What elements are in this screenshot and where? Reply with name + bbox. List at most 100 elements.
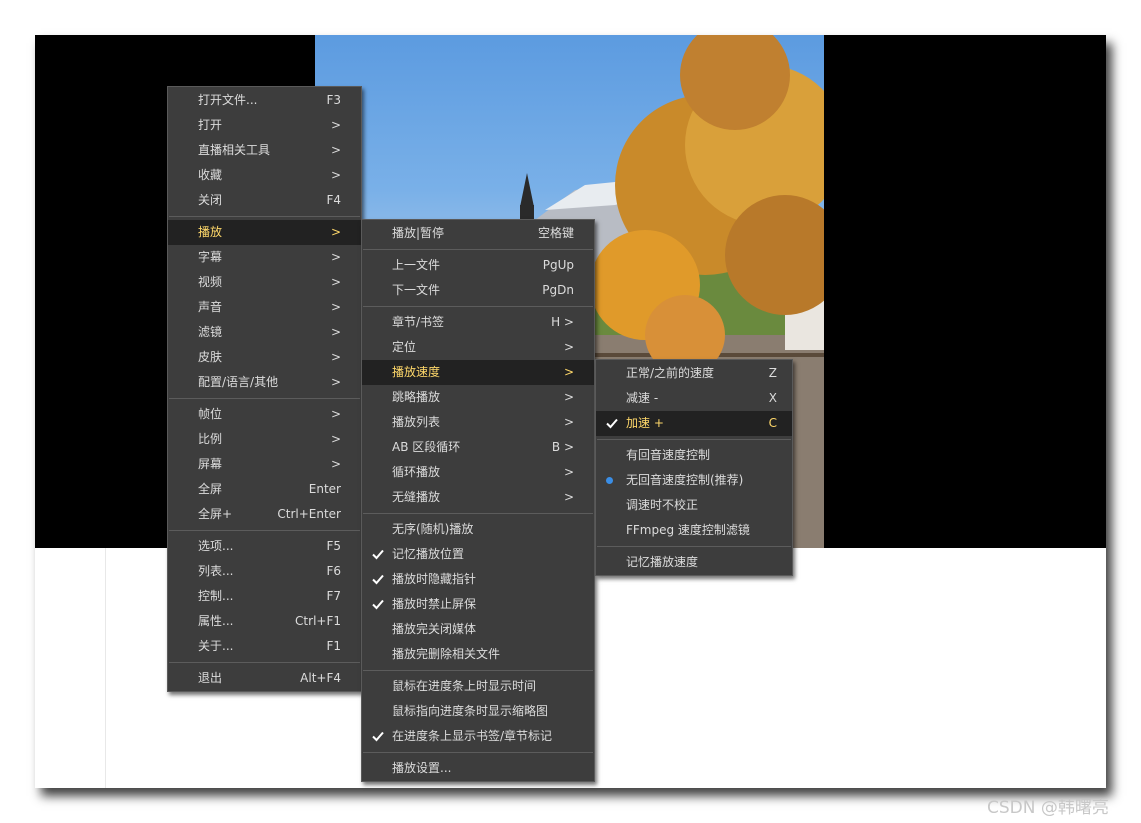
menu-separator: [169, 530, 360, 531]
menu-item-open[interactable]: 打开 >: [168, 113, 361, 138]
menu-item-shortcut: X: [768, 391, 777, 405]
menu-separator: [363, 249, 593, 250]
menu-item-hide-pointer[interactable]: 播放时隐藏指针: [362, 567, 594, 592]
menu-item-label: 下一文件: [392, 283, 441, 297]
submenu-arrow: >: [330, 250, 341, 264]
menu-separator: [169, 662, 360, 663]
menu-item-label: 跳略播放: [392, 390, 441, 404]
menu-item-ffmpeg-speed-filter[interactable]: FFmpeg 速度控制滤镜: [596, 518, 792, 543]
menu-item-shortcut: Z: [768, 366, 777, 380]
menu-item-gapless-play[interactable]: 无缝播放 >: [362, 485, 594, 510]
menu-item-shortcut: Ctrl+Enter: [277, 507, 341, 521]
menu-separator: [169, 398, 360, 399]
submenu-arrow: >: [330, 432, 341, 446]
menu-item-show-bookmark-markers[interactable]: 在进度条上显示书签/章节标记: [362, 724, 594, 749]
submenu-arrow: >: [330, 118, 341, 132]
menu-item-show-thumbnail[interactable]: 鼠标指向进度条时显示缩略图: [362, 699, 594, 724]
menu-item-seek[interactable]: 定位 >: [362, 335, 594, 360]
menu-item-shuffle-play[interactable]: 无序(随机)播放: [362, 517, 594, 542]
menu-item-label: 记忆播放位置: [392, 547, 465, 561]
menu-item-label: 视频: [198, 275, 223, 289]
checkmark-icon: [371, 567, 385, 592]
menu-item-filters[interactable]: 滤镜 >: [168, 320, 361, 345]
menu-item-label: 属性...: [198, 614, 234, 628]
menu-item-label: 播放时禁止屏保: [392, 597, 477, 611]
menu-separator: [597, 439, 791, 440]
menu-item-loop-play[interactable]: 循环播放 >: [362, 460, 594, 485]
menu-item-label: 加速 +: [626, 416, 664, 430]
menu-item-label: 定位: [392, 340, 417, 354]
menu-item-echo-speed-control[interactable]: 有回音速度控制: [596, 443, 792, 468]
menu-item-subtitles[interactable]: 字幕 >: [168, 245, 361, 270]
menu-item-shortcut: F4: [326, 193, 341, 207]
menu-item-shortcut: F6: [326, 564, 341, 578]
checkmark-icon: [371, 592, 385, 617]
menu-item-label: 无序(随机)播放: [392, 522, 474, 536]
menu-item-live-tools[interactable]: 直播相关工具 >: [168, 138, 361, 163]
submenu-arrow: >: [330, 275, 341, 289]
menu-item-playback-speed[interactable]: 播放速度 >: [362, 360, 594, 385]
menu-item-label: 播放: [198, 225, 223, 239]
menu-item-label: AB 区段循环: [392, 440, 461, 454]
menu-item-next-file[interactable]: 下一文件 PgDn: [362, 278, 594, 303]
radio-selected-icon: [606, 477, 613, 484]
menu-item-shortcut: Ctrl+F1: [295, 614, 341, 628]
menu-item-control[interactable]: 控制... F7: [168, 584, 361, 609]
menu-item-close-media-after[interactable]: 播放完关闭媒体: [362, 617, 594, 642]
menu-item-label: 无回音速度控制(推荐): [626, 473, 744, 487]
menu-item-play-pause[interactable]: 播放|暂停 空格键: [362, 221, 594, 246]
menu-item-label: 全屏: [198, 482, 223, 496]
menu-item-list[interactable]: 列表... F6: [168, 559, 361, 584]
menu-item-frame[interactable]: 帧位 >: [168, 402, 361, 427]
menu-item-play-settings[interactable]: 播放设置...: [362, 756, 594, 781]
menu-item-show-time-on-seekbar[interactable]: 鼠标在进度条上时显示时间: [362, 674, 594, 699]
menu-item-favorites[interactable]: 收藏 >: [168, 163, 361, 188]
menu-item-about[interactable]: 关于... F1: [168, 634, 361, 659]
menu-item-play[interactable]: 播放 >: [168, 220, 361, 245]
menu-item-chapters-bookmarks[interactable]: 章节/书签 H >: [362, 310, 594, 335]
menu-item-shortcut: F1: [326, 639, 341, 653]
submenu-arrow: >: [563, 465, 574, 479]
menu-item-shortcut: PgUp: [542, 258, 574, 272]
menu-item-label: 播放完删除相关文件: [392, 647, 501, 661]
menu-item-no-echo-speed-control[interactable]: 无回音速度控制(推荐): [596, 468, 792, 493]
menu-item-label: 皮肤: [198, 350, 223, 364]
menu-item-remember-speed[interactable]: 记忆播放速度: [596, 550, 792, 575]
menu-item-audio[interactable]: 声音 >: [168, 295, 361, 320]
menu-item-delete-after[interactable]: 播放完删除相关文件: [362, 642, 594, 667]
menu-item-video[interactable]: 视频 >: [168, 270, 361, 295]
menu-item-close[interactable]: 关闭 F4: [168, 188, 361, 213]
menu-item-label: 上一文件: [392, 258, 441, 272]
menu-item-label: 滤镜: [198, 325, 223, 339]
menu-item-config-language[interactable]: 配置/语言/其他 >: [168, 370, 361, 395]
menu-item-fullscreen-plus[interactable]: 全屏+ Ctrl+Enter: [168, 502, 361, 527]
menu-item-remember-position[interactable]: 记忆播放位置: [362, 542, 594, 567]
menu-item-exit[interactable]: 退出 Alt+F4: [168, 666, 361, 691]
menu-item-label: 全屏+: [198, 507, 233, 521]
menu-item-ab-loop[interactable]: AB 区段循环 B >: [362, 435, 594, 460]
menu-item-label: 收藏: [198, 168, 223, 182]
menu-item-properties[interactable]: 属性... Ctrl+F1: [168, 609, 361, 634]
menu-item-options[interactable]: 选项... F5: [168, 534, 361, 559]
menu-item-disable-screensaver[interactable]: 播放时禁止屏保: [362, 592, 594, 617]
menu-item-shortcut: F3: [326, 93, 341, 107]
menu-item-previous-file[interactable]: 上一文件 PgUp: [362, 253, 594, 278]
submenu-arrow: >: [563, 415, 574, 429]
menu-item-speed-up[interactable]: 加速 + C: [596, 411, 792, 436]
menu-item-no-correction[interactable]: 调速时不校正: [596, 493, 792, 518]
menu-item-open-file[interactable]: 打开文件... F3: [168, 88, 361, 113]
menu-item-label: 比例: [198, 432, 223, 446]
menu-item-screen[interactable]: 屏幕 >: [168, 452, 361, 477]
menu-item-ratio[interactable]: 比例 >: [168, 427, 361, 452]
menu-item-skin[interactable]: 皮肤 >: [168, 345, 361, 370]
menu-item-shortcut: 空格键: [537, 226, 574, 240]
submenu-arrow: >: [330, 225, 341, 239]
submenu-arrow: >: [563, 390, 574, 404]
menu-item-normal-speed[interactable]: 正常/之前的速度 Z: [596, 361, 792, 386]
menu-item-playlist[interactable]: 播放列表 >: [362, 410, 594, 435]
menu-item-slow-down[interactable]: 减速 - X: [596, 386, 792, 411]
menu-item-fullscreen[interactable]: 全屏 Enter: [168, 477, 361, 502]
menu-item-shortcut: H >: [551, 315, 574, 329]
menu-item-skip-play[interactable]: 跳略播放 >: [362, 385, 594, 410]
menu-item-label: 在进度条上显示书签/章节标记: [392, 729, 553, 743]
